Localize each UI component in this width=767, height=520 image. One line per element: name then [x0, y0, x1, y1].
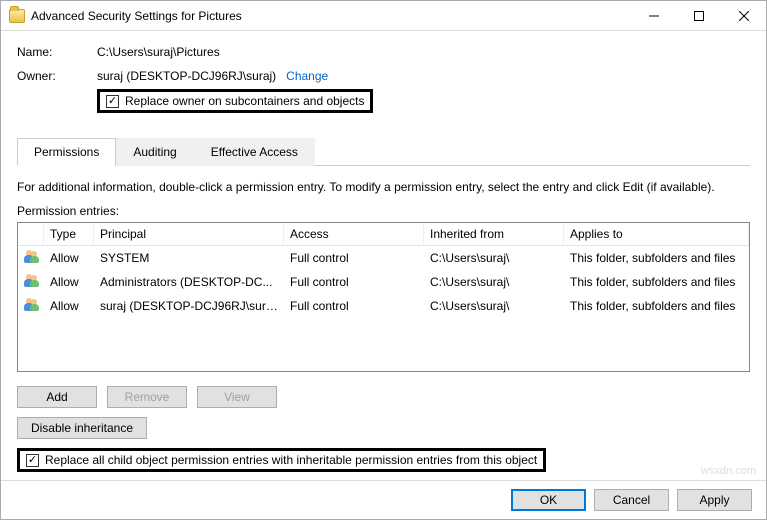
replace-owner-checkbox[interactable]: [106, 95, 119, 108]
cell-type: Allow: [44, 295, 94, 317]
principal-icon: [18, 270, 44, 294]
table-row[interactable]: Allowsuraj (DESKTOP-DCJ96RJ\suraj)Full c…: [18, 294, 749, 318]
close-button[interactable]: [721, 1, 766, 30]
cell-principal: SYSTEM: [94, 247, 284, 269]
add-button[interactable]: Add: [17, 386, 97, 408]
principal-icon: [18, 246, 44, 270]
titlebar: Advanced Security Settings for Pictures: [1, 1, 766, 31]
cell-principal: Administrators (DESKTOP-DC...: [94, 271, 284, 293]
name-label: Name:: [17, 45, 97, 59]
cell-inherited: C:\Users\suraj\: [424, 295, 564, 317]
cell-access: Full control: [284, 247, 424, 269]
replace-owner-highlight: Replace owner on subcontainers and objec…: [97, 89, 373, 113]
content-area: Name: C:\Users\suraj\Pictures Owner: sur…: [1, 31, 766, 480]
owner-value: suraj (DESKTOP-DCJ96RJ\suraj): [97, 69, 276, 83]
cell-type: Allow: [44, 271, 94, 293]
cell-applies: This folder, subfolders and files: [564, 295, 749, 317]
col-applies[interactable]: Applies to: [564, 223, 749, 245]
view-button: View: [197, 386, 277, 408]
tab-effective-access[interactable]: Effective Access: [194, 138, 315, 166]
ok-button[interactable]: OK: [511, 489, 586, 511]
owner-label: Owner:: [17, 69, 97, 83]
security-settings-window: Advanced Security Settings for Pictures …: [0, 0, 767, 520]
col-principal[interactable]: Principal: [94, 223, 284, 245]
tab-permissions[interactable]: Permissions: [17, 138, 116, 166]
table-row[interactable]: AllowAdministrators (DESKTOP-DC...Full c…: [18, 270, 749, 294]
apply-button[interactable]: Apply: [677, 489, 752, 511]
cell-principal: suraj (DESKTOP-DCJ96RJ\suraj): [94, 295, 284, 317]
principal-icon: [18, 294, 44, 318]
replace-child-highlight: Replace all child object permission entr…: [17, 448, 546, 472]
col-icon[interactable]: [18, 223, 44, 245]
col-access[interactable]: Access: [284, 223, 424, 245]
replace-child-checkbox[interactable]: [26, 454, 39, 467]
table-row[interactable]: AllowSYSTEMFull controlC:\Users\suraj\Th…: [18, 246, 749, 270]
info-text: For additional information, double-click…: [17, 180, 750, 194]
replace-child-label: Replace all child object permission entr…: [45, 453, 537, 467]
maximize-button[interactable]: [676, 1, 721, 30]
folder-icon: [9, 9, 25, 23]
window-title: Advanced Security Settings for Pictures: [31, 9, 631, 23]
cell-inherited: C:\Users\suraj\: [424, 247, 564, 269]
permission-entries-grid[interactable]: Type Principal Access Inherited from App…: [17, 222, 750, 372]
cancel-button[interactable]: Cancel: [594, 489, 669, 511]
col-type[interactable]: Type: [44, 223, 94, 245]
cell-applies: This folder, subfolders and files: [564, 271, 749, 293]
dialog-buttons: OK Cancel Apply: [1, 480, 766, 519]
minimize-button[interactable]: [631, 1, 676, 30]
col-inherited[interactable]: Inherited from: [424, 223, 564, 245]
tab-strip: Permissions Auditing Effective Access: [17, 137, 750, 166]
tab-auditing[interactable]: Auditing: [116, 138, 193, 166]
cell-type: Allow: [44, 247, 94, 269]
cell-access: Full control: [284, 295, 424, 317]
remove-button: Remove: [107, 386, 187, 408]
cell-inherited: C:\Users\suraj\: [424, 271, 564, 293]
change-owner-link[interactable]: Change: [286, 69, 328, 83]
permission-entries-label: Permission entries:: [17, 204, 750, 218]
cell-access: Full control: [284, 271, 424, 293]
cell-applies: This folder, subfolders and files: [564, 247, 749, 269]
name-value: C:\Users\suraj\Pictures: [97, 45, 220, 59]
grid-header: Type Principal Access Inherited from App…: [18, 223, 749, 246]
replace-owner-label: Replace owner on subcontainers and objec…: [125, 94, 364, 108]
disable-inheritance-button[interactable]: Disable inheritance: [17, 417, 147, 439]
